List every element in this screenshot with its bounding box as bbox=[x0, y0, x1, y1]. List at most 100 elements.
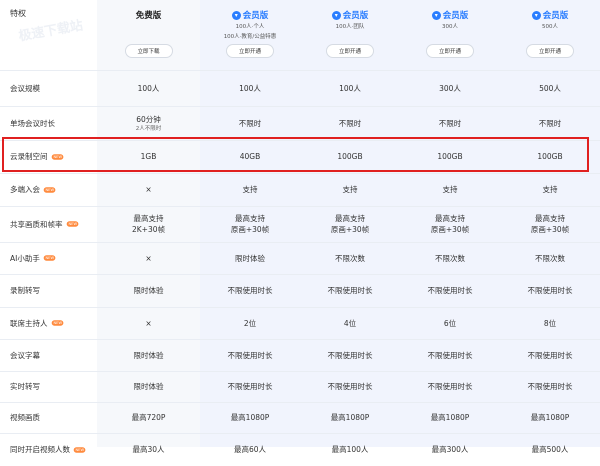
plan-header-cell: ▾ 会员版 300人 立即开通 bbox=[400, 0, 500, 70]
cell-subvalue: 原画+30帧 bbox=[430, 225, 470, 234]
cell-value: 不限使用时长 bbox=[327, 382, 373, 391]
cell-value: 不限使用时长 bbox=[527, 350, 573, 360]
table-cell: 最高300人 bbox=[400, 433, 500, 466]
vip-icon: ▾ bbox=[431, 10, 441, 20]
plan-title: ▾ 会员版 bbox=[431, 9, 469, 21]
cell-value: 不限时 bbox=[538, 118, 562, 128]
table-cell: 300人 bbox=[400, 70, 500, 106]
cell-value: 60分钟 bbox=[136, 114, 161, 124]
cell-value: 最高300人 bbox=[431, 445, 469, 454]
table-cell: 最高支持原画+30帧 bbox=[400, 206, 500, 242]
cell-value: 不限时 bbox=[338, 118, 362, 128]
table-cell: × bbox=[97, 173, 200, 206]
table-row: 会议字幕 限时体验 不限使用时长 不限使用时长 不限使用时长 不限使用时长 bbox=[0, 339, 600, 371]
table-cell: 不限次数 bbox=[300, 242, 400, 274]
cell-subvalue: 2人不限时 bbox=[135, 125, 162, 132]
cell-subvalue: 原画+30帧 bbox=[230, 225, 270, 234]
cell-value: 不限次数 bbox=[435, 253, 465, 263]
table-cell: 不限使用时长 bbox=[500, 371, 600, 402]
table-cell: 限时体验 bbox=[200, 242, 300, 274]
feature-label-text: 联席主持人 bbox=[10, 318, 48, 328]
cell-value: × bbox=[145, 253, 152, 263]
plan-subtitle: 500人 bbox=[542, 24, 558, 30]
feature-label-text: 实时转写 bbox=[10, 382, 40, 391]
table-cell: 不限次数 bbox=[400, 242, 500, 274]
cell-subvalue: 2K+30帧 bbox=[131, 225, 166, 234]
new-badge: NEW bbox=[43, 186, 56, 193]
feature-label-text: 视频画质 bbox=[10, 413, 40, 422]
cell-value: 300人 bbox=[439, 83, 461, 93]
plan-subtitle: 100人·教育/公益特惠 bbox=[223, 34, 277, 40]
cell-value: 最高支持 bbox=[335, 214, 365, 223]
plan-header-cell: ▾ 会员版 500人立即开通 bbox=[500, 0, 600, 70]
feature-label: 同时开启视频人数 NEW bbox=[0, 433, 97, 466]
subscribe-button[interactable]: 立即开通 bbox=[326, 44, 374, 58]
plan-title: 免费版 bbox=[136, 9, 162, 21]
table-cell: 500人 bbox=[500, 70, 600, 106]
table-cell: 支持 bbox=[300, 173, 400, 206]
table-cell: 不限使用时长 bbox=[500, 274, 600, 307]
cell-value: 不限使用时长 bbox=[427, 350, 473, 360]
table-cell: 最高500人 bbox=[500, 433, 600, 466]
cell-value: 6位 bbox=[443, 318, 457, 328]
table-cell: 不限次数 bbox=[500, 242, 600, 274]
subscribe-button[interactable]: 立即开通 bbox=[526, 44, 574, 58]
feature-label-text: 会议字幕 bbox=[10, 350, 40, 360]
cell-subvalue: 原画+30帧 bbox=[330, 225, 370, 234]
download-button[interactable]: 立即下载 bbox=[124, 44, 173, 58]
cell-value: 限时体验 bbox=[235, 253, 265, 263]
table-cell: 最高支持 2K+30帧 bbox=[97, 206, 200, 242]
table-cell: 最高支持 原画+30帧 bbox=[200, 206, 300, 242]
cell-value: 最高60人 bbox=[233, 445, 267, 454]
cell-value: 最高支持 bbox=[435, 214, 465, 223]
table-row: 单场会议时长 60分钟 2人不限时 不限时 不限时 不限时 不限时 bbox=[0, 106, 600, 140]
cell-value: 限时体验 bbox=[133, 350, 164, 360]
table-row: 共享画质和帧率 NEW 最高支持 2K+30帧 最高支持 原画+30帧 最高支持 原画+30帧… bbox=[0, 206, 600, 242]
plan-name: 会员版 bbox=[442, 11, 469, 21]
cell-value: 支持 bbox=[542, 185, 558, 194]
table-row: AI小助手 NEW × 限时体验 不限次数 不限次数 不限次数 bbox=[0, 242, 600, 274]
table-cell: 100人 bbox=[97, 70, 200, 106]
cell-value: 支持 bbox=[242, 185, 258, 194]
plan-name: 免费版 bbox=[135, 11, 162, 21]
plan-name: 会员版 bbox=[342, 11, 369, 21]
cell-value: 不限使用时长 bbox=[327, 350, 373, 360]
highlight-box bbox=[2, 137, 589, 172]
feature-label-text: 同时开启视频人数 bbox=[10, 445, 70, 454]
table-cell: 最高1080P bbox=[200, 402, 300, 433]
table-cell: 60分钟 2人不限时 bbox=[97, 106, 200, 140]
feature-label: 录制转写 bbox=[0, 274, 97, 307]
feature-label: 多端入会 NEW bbox=[0, 173, 97, 206]
table-cell: 限时体验 bbox=[97, 339, 200, 371]
feature-label: 共享画质和帧率 NEW bbox=[0, 206, 97, 242]
cell-value: 支持 bbox=[342, 185, 358, 194]
cell-value: 不限使用时长 bbox=[427, 382, 473, 391]
table-cell: 支持 bbox=[500, 173, 600, 206]
table-cell: 最高1080P bbox=[300, 402, 400, 433]
table-row: 录制转写 限时体验 不限使用时长 不限使用时长 不限使用时长 不限使用时长 bbox=[0, 274, 600, 307]
table-cell: 不限使用时长 bbox=[300, 371, 400, 402]
table-cell: × bbox=[97, 242, 200, 274]
cell-value: 最高1080P bbox=[530, 413, 570, 422]
cell-value: 最高500人 bbox=[531, 445, 569, 454]
table-row: 实时转写 限时体验 不限使用时长 不限使用时长 不限使用时长 不限使用时长 bbox=[0, 371, 600, 402]
cell-value: 不限使用时长 bbox=[227, 350, 273, 360]
cell-value: × bbox=[145, 318, 152, 328]
table-cell: 不限使用时长 bbox=[300, 274, 400, 307]
table-cell: 不限时 bbox=[500, 106, 600, 140]
feature-label: 实时转写 bbox=[0, 371, 97, 402]
table-cell: 2位 bbox=[200, 307, 300, 339]
subscribe-button[interactable]: 立即开通 bbox=[426, 44, 474, 58]
table-cell: 最高支持原画+30帧 bbox=[300, 206, 400, 242]
table-cell: 不限时 bbox=[400, 106, 500, 140]
cell-value: 支持 bbox=[442, 185, 458, 194]
subscribe-button[interactable]: 立即开通 bbox=[226, 44, 274, 58]
table-row: 多端入会 NEW × 支持 支持 支持 支持 bbox=[0, 173, 600, 206]
plan-subtitle: 100人·团队 bbox=[335, 24, 365, 30]
table-cell: 不限使用时长 bbox=[400, 339, 500, 371]
table-cell: 最高1080P bbox=[400, 402, 500, 433]
plan-title: ▾ 会员版 bbox=[531, 9, 568, 21]
cell-value: 不限时 bbox=[238, 118, 262, 128]
table-row: 会议规模 100人 100人 100人 300人 500人 bbox=[0, 70, 600, 106]
new-badge: NEW bbox=[66, 221, 79, 227]
